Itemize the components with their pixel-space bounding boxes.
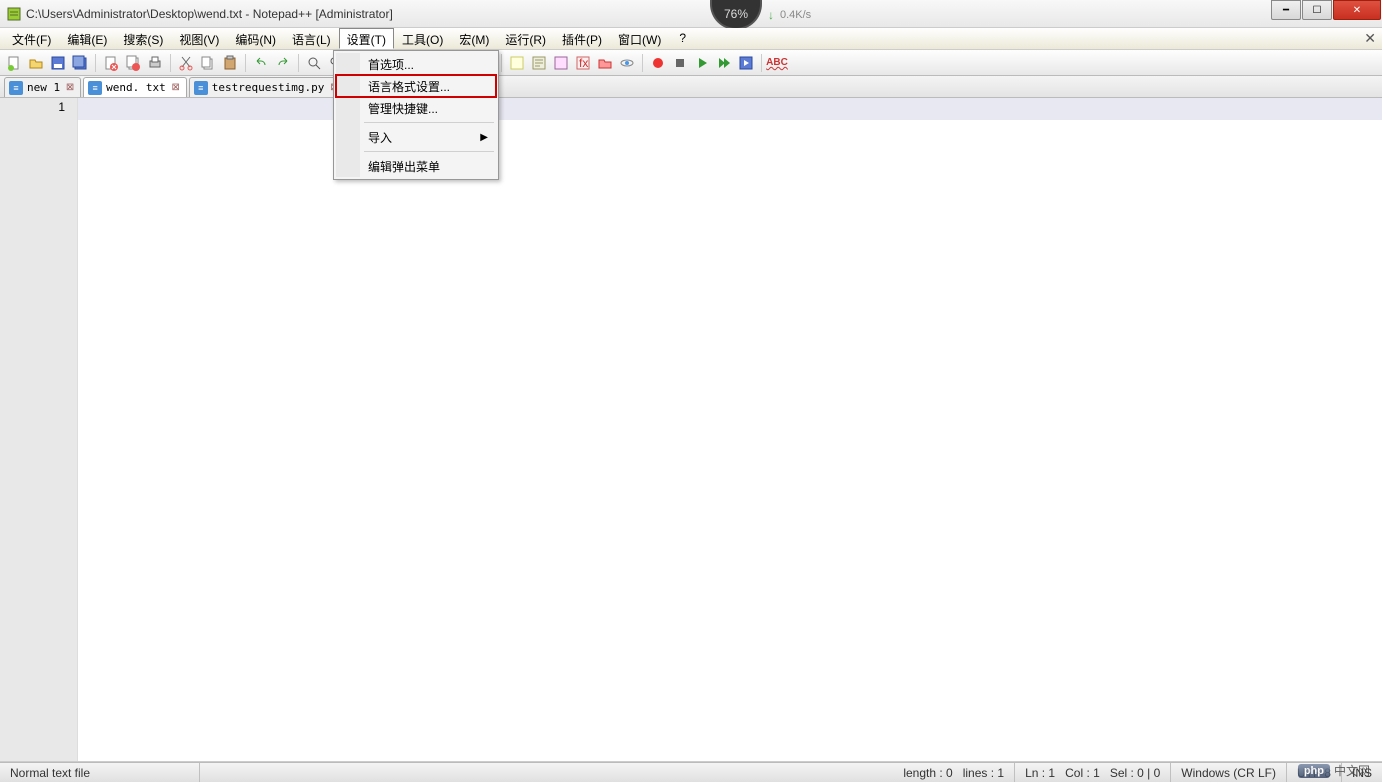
status-length: length : 0 lines : 1 bbox=[893, 763, 1015, 782]
dropdown-item-shortcut-mapper[interactable]: 管理快捷键... bbox=[336, 97, 496, 119]
submenu-arrow-icon: ▶ bbox=[480, 132, 488, 143]
play-macro-multi-button[interactable] bbox=[714, 53, 734, 73]
status-filetype: Normal text file bbox=[0, 763, 200, 782]
line-number-gutter: 1 bbox=[0, 98, 78, 761]
editor-area: 1 bbox=[0, 98, 1382, 762]
line-number: 1 bbox=[0, 100, 65, 114]
dropdown-item-edit-popup[interactable]: 编辑弹出菜单 bbox=[336, 155, 496, 177]
overlay-speed: 0.4K/s bbox=[780, 9, 811, 21]
watermark-text: 中文网 bbox=[1334, 762, 1370, 779]
close-file-button[interactable] bbox=[101, 53, 121, 73]
paste-button[interactable] bbox=[220, 53, 240, 73]
watermark-logo: php bbox=[1298, 764, 1330, 778]
close-button[interactable]: ✕ bbox=[1333, 0, 1381, 20]
udl-button[interactable] bbox=[507, 53, 527, 73]
file-icon: ≡ bbox=[88, 81, 102, 95]
title-bar: C:\Users\Administrator\Desktop\wend.txt … bbox=[0, 0, 1382, 28]
save-all-button[interactable] bbox=[70, 53, 90, 73]
redo-button[interactable] bbox=[273, 53, 293, 73]
text-content[interactable] bbox=[78, 98, 1382, 761]
file-icon: ≡ bbox=[194, 81, 208, 95]
tab-close-button[interactable]: ⊠ bbox=[170, 82, 182, 94]
current-line-highlight bbox=[78, 98, 1382, 120]
close-document-button[interactable]: ✕ bbox=[1364, 30, 1376, 47]
menu-view[interactable]: 视图(V) bbox=[171, 28, 227, 49]
spellcheck-button[interactable]: ABC bbox=[767, 53, 787, 73]
menu-run[interactable]: 运行(R) bbox=[497, 28, 554, 49]
find-button[interactable] bbox=[304, 53, 324, 73]
overlay-percent: 76% bbox=[710, 0, 762, 30]
undo-button[interactable] bbox=[251, 53, 271, 73]
tab-bar: ≡ new 1 ⊠ ≡ wend. txt ⊠ ≡ testrequestimg… bbox=[0, 76, 1382, 98]
menu-window[interactable]: 窗口(W) bbox=[610, 28, 669, 49]
play-macro-button[interactable] bbox=[692, 53, 712, 73]
doc-list-button[interactable] bbox=[551, 53, 571, 73]
menu-settings[interactable]: 设置(T) bbox=[339, 28, 394, 49]
folder-workspace-button[interactable] bbox=[595, 53, 615, 73]
copy-button[interactable] bbox=[198, 53, 218, 73]
svg-text:fx: fx bbox=[579, 56, 588, 70]
minimize-button[interactable]: ━ bbox=[1271, 0, 1301, 20]
menu-plugins[interactable]: 插件(P) bbox=[554, 28, 610, 49]
watermark: php 中文网 bbox=[1298, 762, 1370, 779]
status-bar: Normal text file length : 0 lines : 1 Ln… bbox=[0, 762, 1382, 782]
status-position: Ln : 1 Col : 1 Sel : 0 | 0 bbox=[1015, 763, 1171, 782]
app-icon bbox=[6, 6, 22, 22]
dropdown-separator bbox=[364, 151, 494, 152]
print-button[interactable] bbox=[145, 53, 165, 73]
window-controls: ━ ☐ ✕ bbox=[1271, 0, 1382, 20]
new-file-button[interactable] bbox=[4, 53, 24, 73]
cut-button[interactable] bbox=[176, 53, 196, 73]
save-macro-button[interactable] bbox=[736, 53, 756, 73]
dropdown-item-style-configurator[interactable]: 语言格式设置... bbox=[336, 75, 496, 97]
menu-file[interactable]: 文件(F) bbox=[4, 28, 59, 49]
system-overlay: 76% ↓ 0.4K/s bbox=[710, 0, 811, 30]
settings-dropdown: 首选项... 语言格式设置... 管理快捷键... 导入▶ 编辑弹出菜单 bbox=[333, 50, 499, 180]
menu-language[interactable]: 语言(L) bbox=[284, 28, 339, 49]
record-macro-button[interactable] bbox=[648, 53, 668, 73]
stop-macro-button[interactable] bbox=[670, 53, 690, 73]
dropdown-separator bbox=[364, 122, 494, 123]
menu-encoding[interactable]: 编码(N) bbox=[227, 28, 284, 49]
tab-testrequestimg-py[interactable]: ≡ testrequestimg.py ⊠ bbox=[189, 77, 346, 97]
func-list-button[interactable]: fx bbox=[573, 53, 593, 73]
down-arrow-icon: ↓ bbox=[768, 8, 774, 22]
menu-help[interactable]: ? bbox=[669, 28, 696, 49]
menu-macro[interactable]: 宏(M) bbox=[451, 28, 497, 49]
tab-new1[interactable]: ≡ new 1 ⊠ bbox=[4, 77, 81, 97]
open-file-button[interactable] bbox=[26, 53, 46, 73]
doc-map-button[interactable] bbox=[529, 53, 549, 73]
window-title: C:\Users\Administrator\Desktop\wend.txt … bbox=[26, 7, 393, 21]
file-icon: ≡ bbox=[9, 81, 23, 95]
save-button[interactable] bbox=[48, 53, 68, 73]
menu-search[interactable]: 搜索(S) bbox=[115, 28, 171, 49]
monitoring-button[interactable] bbox=[617, 53, 637, 73]
tab-wend-txt[interactable]: ≡ wend. txt ⊠ bbox=[83, 77, 187, 97]
close-all-button[interactable] bbox=[123, 53, 143, 73]
menu-tools[interactable]: 工具(O) bbox=[394, 28, 451, 49]
menu-edit[interactable]: 编辑(E) bbox=[59, 28, 115, 49]
dropdown-item-import[interactable]: 导入▶ bbox=[336, 126, 496, 148]
toolbar: ¶ fx ABC bbox=[0, 50, 1382, 76]
status-eol[interactable]: Windows (CR LF) bbox=[1171, 763, 1287, 782]
maximize-button[interactable]: ☐ bbox=[1302, 0, 1332, 20]
menu-bar: 文件(F) 编辑(E) 搜索(S) 视图(V) 编码(N) 语言(L) 设置(T… bbox=[0, 28, 1382, 50]
dropdown-item-preferences[interactable]: 首选项... bbox=[336, 53, 496, 75]
tab-close-button[interactable]: ⊠ bbox=[64, 82, 76, 94]
